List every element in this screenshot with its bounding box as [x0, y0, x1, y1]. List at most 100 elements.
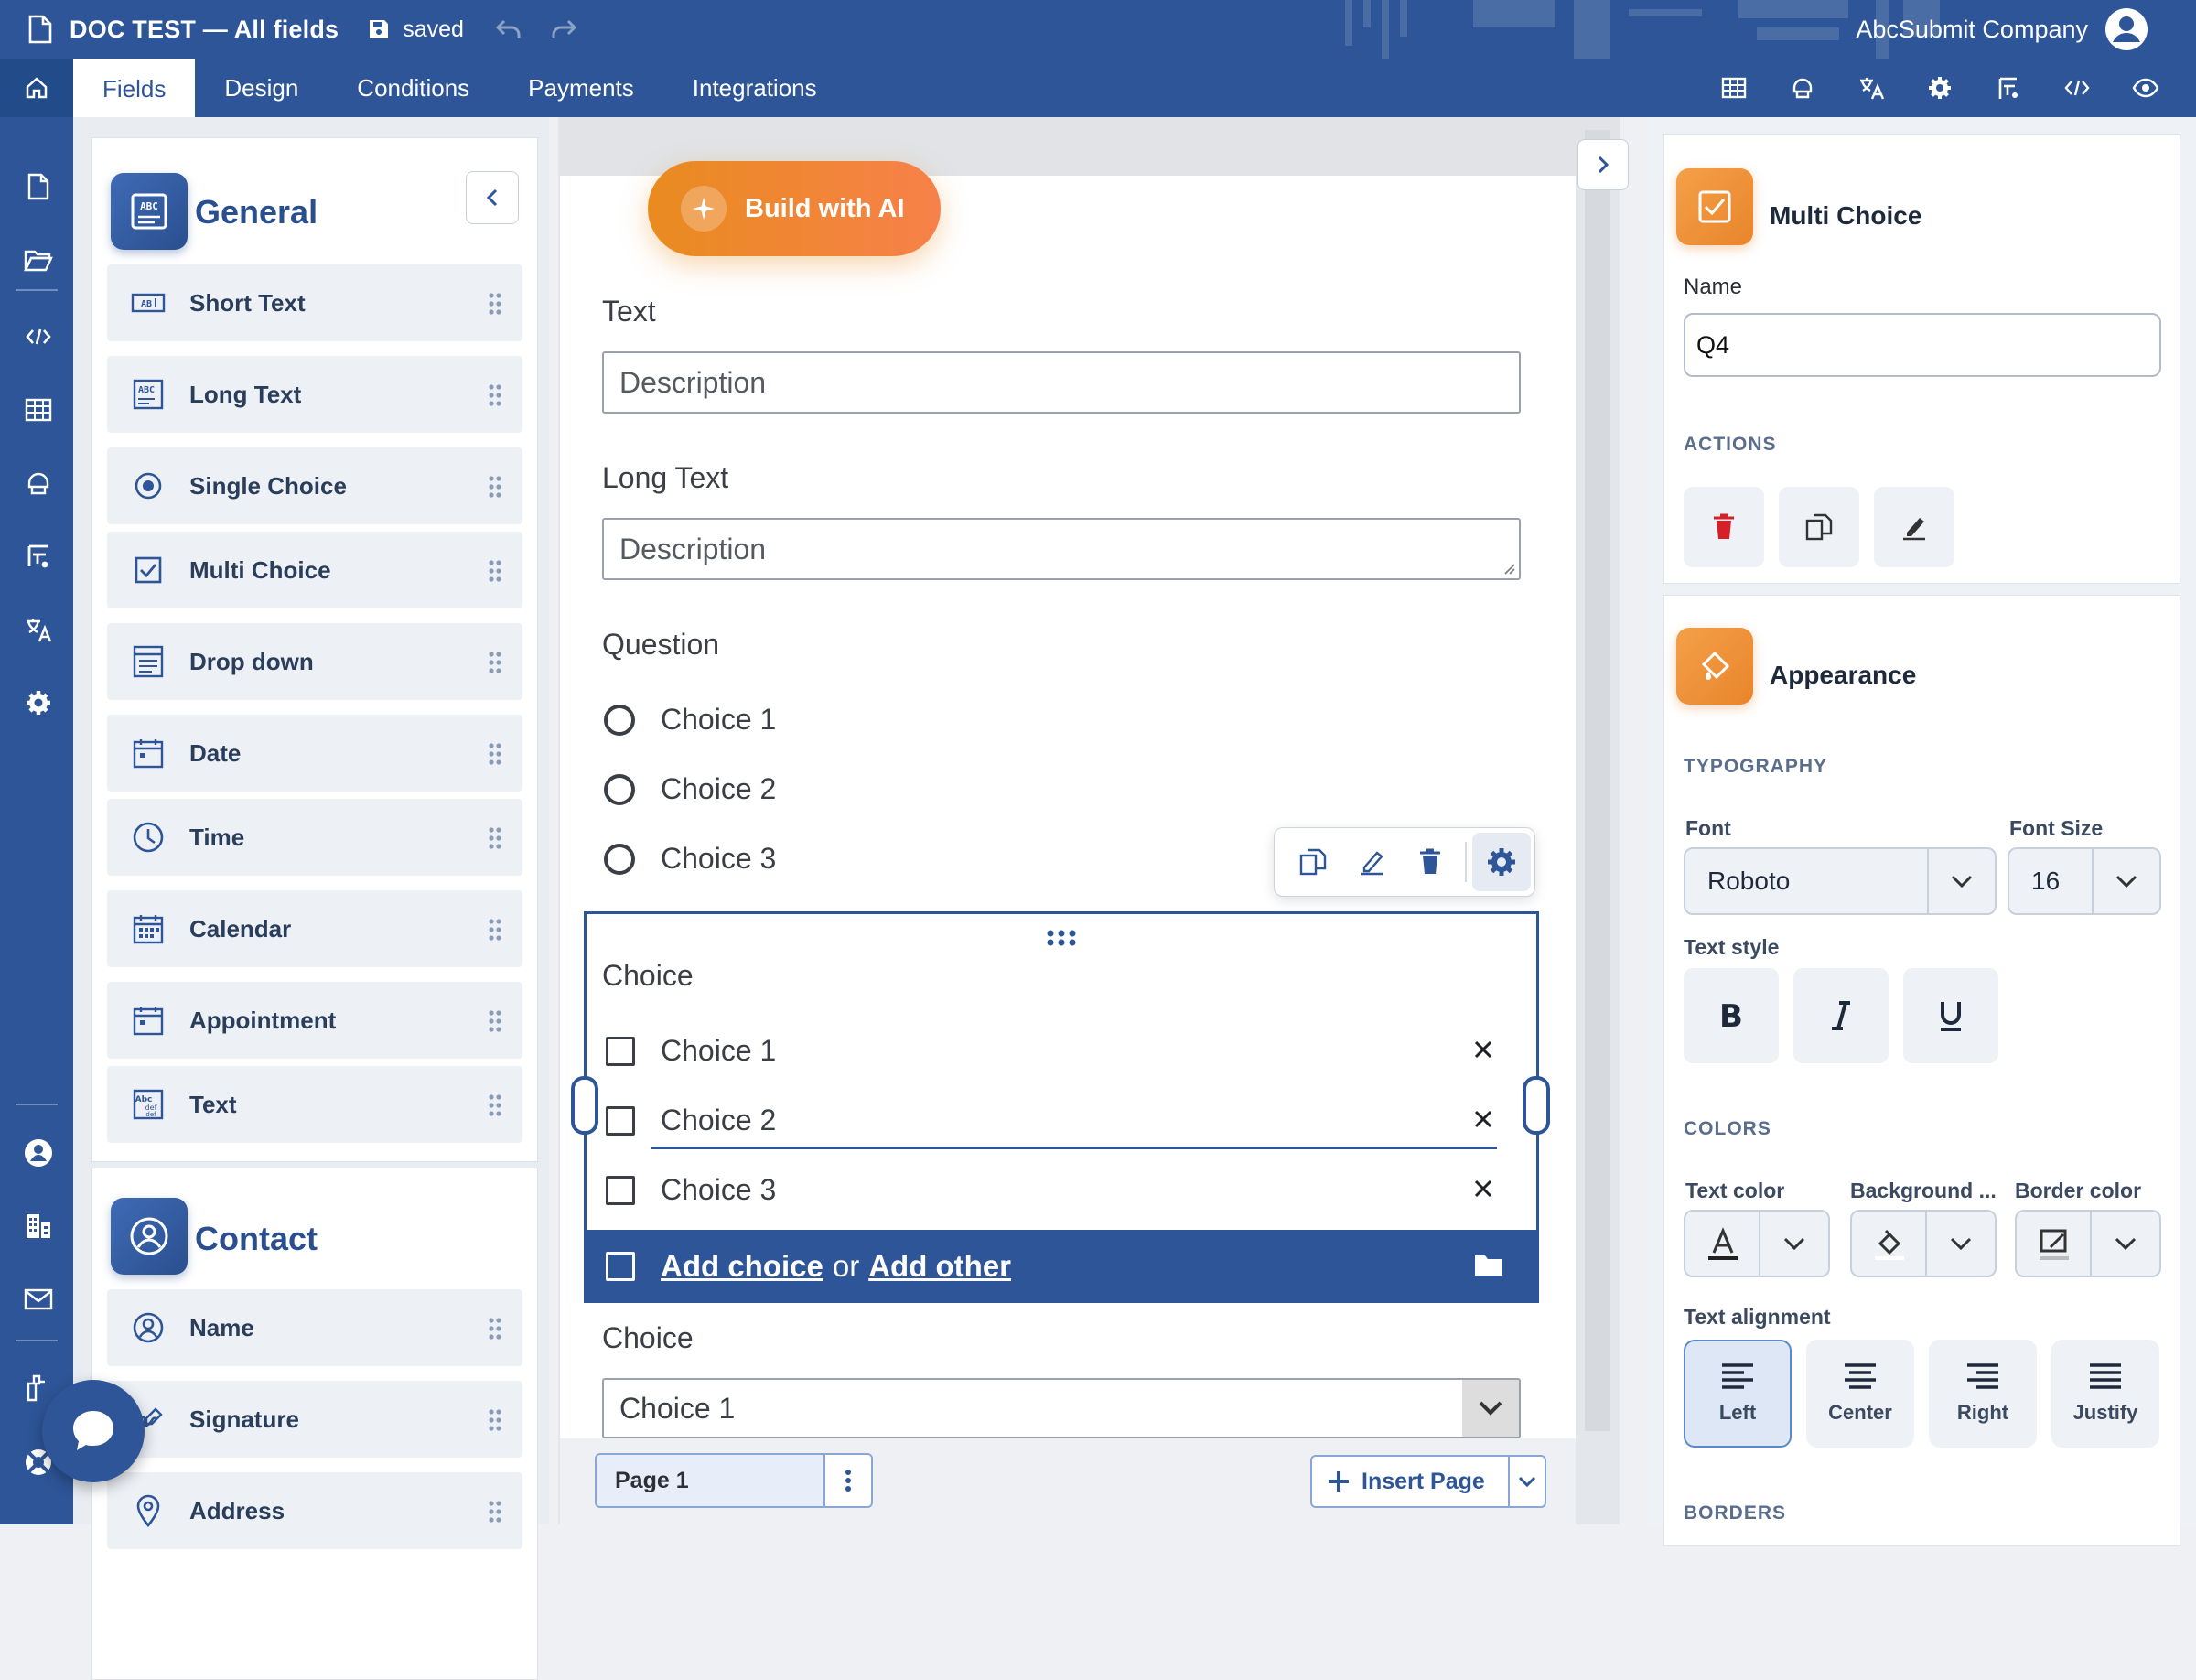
border-color-picker[interactable]	[2015, 1210, 2161, 1277]
drag-handle-icon[interactable]	[488, 1093, 502, 1117]
align-center-button[interactable]: Center	[1806, 1340, 1914, 1448]
drag-handle-icon[interactable]	[488, 475, 502, 499]
remove-choice-icon[interactable]	[1473, 1039, 1493, 1060]
tab-payments[interactable]: Payments	[499, 59, 663, 117]
drag-handle-icon[interactable]	[488, 918, 502, 942]
embed-code-icon[interactable]	[2042, 59, 2111, 117]
theme-icon[interactable]	[1768, 59, 1836, 117]
add-choice-link[interactable]: Add choice	[661, 1249, 824, 1284]
dropdown-field-select[interactable]: Choice 1	[602, 1378, 1521, 1438]
drag-handle-icon[interactable]	[488, 651, 502, 674]
palette-item-calendar[interactable]: Calendar	[107, 890, 522, 967]
palette-item-single-choice[interactable]: Single Choice	[107, 447, 522, 524]
checkbox-option[interactable]: Choice 1	[606, 1034, 776, 1068]
checkbox-option[interactable]: Choice 3	[606, 1173, 776, 1207]
radio-option[interactable]: Choice 2	[604, 772, 776, 806]
collapse-palette-button[interactable]	[466, 171, 519, 224]
page-tab[interactable]: Page 1	[595, 1453, 873, 1508]
open-folder-icon[interactable]	[0, 232, 77, 287]
duplicate-field-button[interactable]	[1779, 487, 1859, 567]
add-other-link[interactable]: Add other	[868, 1249, 1011, 1284]
drag-handle-icon[interactable]	[488, 292, 502, 316]
drag-handle-icon[interactable]	[488, 1408, 502, 1432]
insert-page-button[interactable]: Insert Page	[1310, 1455, 1546, 1508]
name-input[interactable]: Q4	[1684, 313, 2161, 377]
flow-icon[interactable]	[1974, 59, 2042, 117]
align-justify-button[interactable]: Justify	[2051, 1340, 2159, 1448]
resize-handle-right[interactable]	[1523, 1076, 1550, 1135]
resize-grip-icon[interactable]	[1502, 561, 1516, 576]
document-title[interactable]: DOC TEST — All fields	[70, 16, 339, 44]
remove-choice-icon[interactable]	[1473, 1179, 1493, 1199]
resize-handle-left[interactable]	[571, 1076, 598, 1135]
checkbox-option[interactable]: Choice 2	[606, 1104, 776, 1137]
chevron-down-icon[interactable]	[1462, 1380, 1519, 1437]
redo-icon[interactable]	[550, 17, 577, 41]
checkbox-option-label[interactable]: Choice 1	[661, 1034, 776, 1068]
build-with-ai-button[interactable]: Build with AI	[648, 161, 941, 256]
tab-integrations[interactable]: Integrations	[663, 59, 846, 117]
preview-icon[interactable]	[2111, 59, 2180, 117]
drag-handle-icon[interactable]	[488, 559, 502, 583]
radio-button[interactable]	[604, 704, 635, 736]
duplicate-icon[interactable]	[1284, 833, 1342, 891]
chevron-down-icon[interactable]	[1508, 1457, 1545, 1506]
delete-field-button[interactable]	[1684, 487, 1764, 567]
edit-icon[interactable]	[1342, 833, 1401, 891]
organization-icon[interactable]	[0, 1199, 77, 1254]
account-menu[interactable]: AbcSubmit Company	[1856, 0, 2148, 59]
radio-button[interactable]	[604, 773, 635, 805]
avatar-icon[interactable]	[2104, 7, 2148, 51]
checkbox[interactable]	[606, 1036, 635, 1066]
bold-button[interactable]: B	[1684, 968, 1779, 1063]
palette-item-appointment[interactable]: Appointment	[107, 982, 522, 1059]
undo-icon[interactable]	[495, 17, 522, 41]
underline-button[interactable]	[1903, 968, 1998, 1063]
drag-handle-icon[interactable]	[488, 742, 502, 766]
palette-item-time[interactable]: Time	[107, 799, 522, 876]
checkbox[interactable]	[606, 1105, 635, 1136]
drag-move-icon[interactable]	[1045, 928, 1078, 948]
drag-handle-icon[interactable]	[488, 1317, 502, 1341]
table-icon[interactable]	[1699, 59, 1768, 117]
align-left-button[interactable]: Left	[1684, 1340, 1792, 1448]
palette-item-address[interactable]: Address	[107, 1472, 522, 1549]
new-document-icon[interactable]	[0, 159, 77, 214]
toggle-properties-button[interactable]	[1577, 139, 1629, 190]
radio-option[interactable]: Choice 3	[604, 842, 776, 876]
translate-icon[interactable]	[0, 602, 77, 657]
canvas-scrollbar[interactable]	[1585, 130, 1610, 1431]
field-settings-icon[interactable]	[1472, 833, 1531, 891]
palette-item-name[interactable]: Name	[107, 1289, 522, 1366]
tab-conditions[interactable]: Conditions	[328, 59, 499, 117]
text-color-picker[interactable]	[1684, 1210, 1830, 1277]
italic-button[interactable]	[1793, 968, 1889, 1063]
settings-icon[interactable]	[1905, 59, 1974, 117]
tab-design[interactable]: Design	[195, 59, 328, 117]
palette-item-signature[interactable]: Signature	[107, 1381, 522, 1458]
delete-icon[interactable]	[1401, 833, 1459, 891]
drag-handle-icon[interactable]	[488, 1500, 502, 1524]
remove-choice-icon[interactable]	[1473, 1109, 1493, 1129]
settings-icon[interactable]	[0, 675, 77, 730]
checkbox[interactable]	[606, 1175, 635, 1205]
background-color-picker[interactable]	[1850, 1210, 1997, 1277]
mail-icon[interactable]	[0, 1272, 77, 1327]
radio-button[interactable]	[604, 843, 635, 875]
long-text-field-input[interactable]: Description	[602, 518, 1521, 580]
folder-icon[interactable]	[1473, 1252, 1504, 1277]
palette-item-date[interactable]: Date	[107, 715, 522, 792]
user-icon[interactable]	[0, 1125, 77, 1180]
drag-handle-icon[interactable]	[488, 826, 502, 850]
translate-icon[interactable]	[1836, 59, 1905, 117]
checkbox-option-label[interactable]: Choice 3	[661, 1173, 776, 1207]
radio-option[interactable]: Choice 1	[604, 703, 776, 737]
table-icon[interactable]	[0, 382, 77, 437]
drag-handle-icon[interactable]	[488, 1009, 502, 1033]
edit-field-button[interactable]	[1874, 487, 1954, 567]
checkbox-option-label[interactable]: Choice 2	[661, 1104, 776, 1137]
code-icon[interactable]	[0, 309, 77, 364]
drag-handle-icon[interactable]	[488, 383, 502, 407]
home-button[interactable]	[0, 59, 73, 117]
theme-icon[interactable]	[0, 456, 77, 511]
